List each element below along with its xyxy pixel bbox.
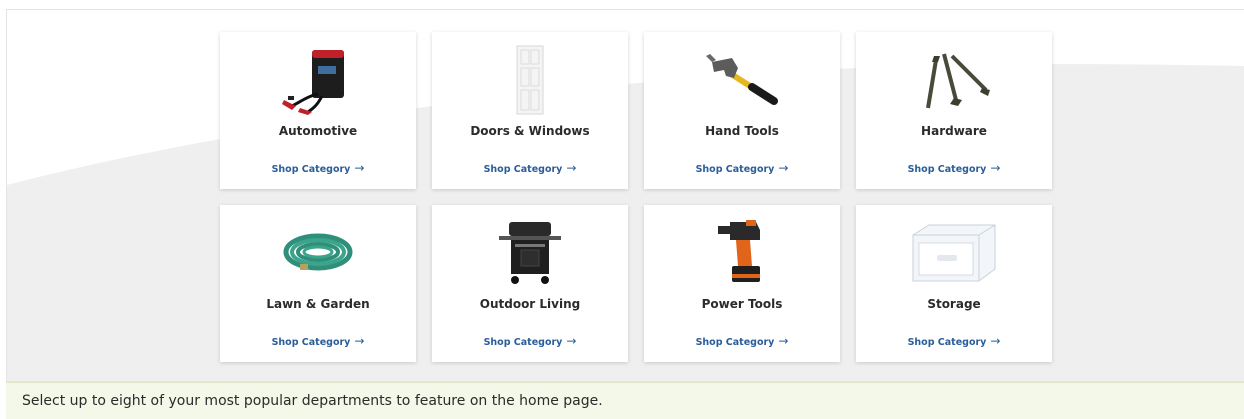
- category-card-hand-tools[interactable]: Hand Tools Shop Category →: [644, 32, 840, 189]
- category-title: Lawn & Garden: [266, 297, 370, 311]
- category-card-automotive[interactable]: Automotive Shop Category →: [220, 32, 416, 189]
- grill-icon: [432, 215, 628, 291]
- category-card-storage[interactable]: Storage Shop Category →: [856, 205, 1052, 362]
- arrow-right-icon: →: [566, 334, 577, 348]
- category-card-lawn-garden[interactable]: Lawn & Garden Shop Category →: [220, 205, 416, 362]
- help-text-bar: Select up to eight of your most popular …: [6, 382, 1244, 419]
- shop-category-link[interactable]: Shop Category →: [644, 334, 840, 348]
- arrow-right-icon: →: [778, 334, 789, 348]
- category-title: Hand Tools: [705, 124, 779, 138]
- arrow-right-icon: →: [354, 161, 365, 175]
- arrow-right-icon: →: [566, 161, 577, 175]
- shop-category-link[interactable]: Shop Category →: [220, 334, 416, 348]
- power-drill-icon: [644, 215, 840, 291]
- category-title: Automotive: [278, 124, 358, 138]
- category-title: Storage: [927, 297, 981, 311]
- arrow-right-icon: →: [778, 161, 789, 175]
- help-text: Select up to eight of your most popular …: [22, 393, 603, 409]
- category-grid: Automotive Shop Category → Doors & Window…: [220, 32, 1052, 362]
- shop-category-link[interactable]: Shop Category →: [644, 161, 840, 175]
- featured-departments-preview: Automotive Shop Category → Doors & Window…: [6, 9, 1244, 382]
- category-title: Outdoor Living: [479, 297, 581, 311]
- hammer-icon: [644, 42, 840, 118]
- category-card-hardware[interactable]: Hardware Shop Category →: [856, 32, 1052, 189]
- category-title: Power Tools: [701, 297, 783, 311]
- shop-category-link[interactable]: Shop Category →: [856, 161, 1052, 175]
- category-card-doors-windows[interactable]: Doors & Windows Shop Category →: [432, 32, 628, 189]
- arrow-right-icon: →: [990, 334, 1001, 348]
- shop-category-link[interactable]: Shop Category →: [856, 334, 1052, 348]
- category-title: Hardware: [921, 124, 987, 138]
- category-card-outdoor-living[interactable]: Outdoor Living Shop Category →: [432, 205, 628, 362]
- shop-category-link[interactable]: Shop Category →: [432, 334, 628, 348]
- category-title: Doors & Windows: [470, 124, 590, 138]
- storage-bin-icon: [856, 215, 1052, 291]
- jump-starter-icon: [220, 42, 416, 118]
- shop-category-link[interactable]: Shop Category →: [220, 161, 416, 175]
- arrow-right-icon: →: [990, 161, 1001, 175]
- arrow-right-icon: →: [354, 334, 365, 348]
- screws-icon: [856, 42, 1052, 118]
- door-icon: [432, 42, 628, 118]
- garden-hose-icon: [220, 215, 416, 291]
- shop-category-link[interactable]: Shop Category →: [432, 161, 628, 175]
- category-card-power-tools[interactable]: Power Tools Shop Category →: [644, 205, 840, 362]
